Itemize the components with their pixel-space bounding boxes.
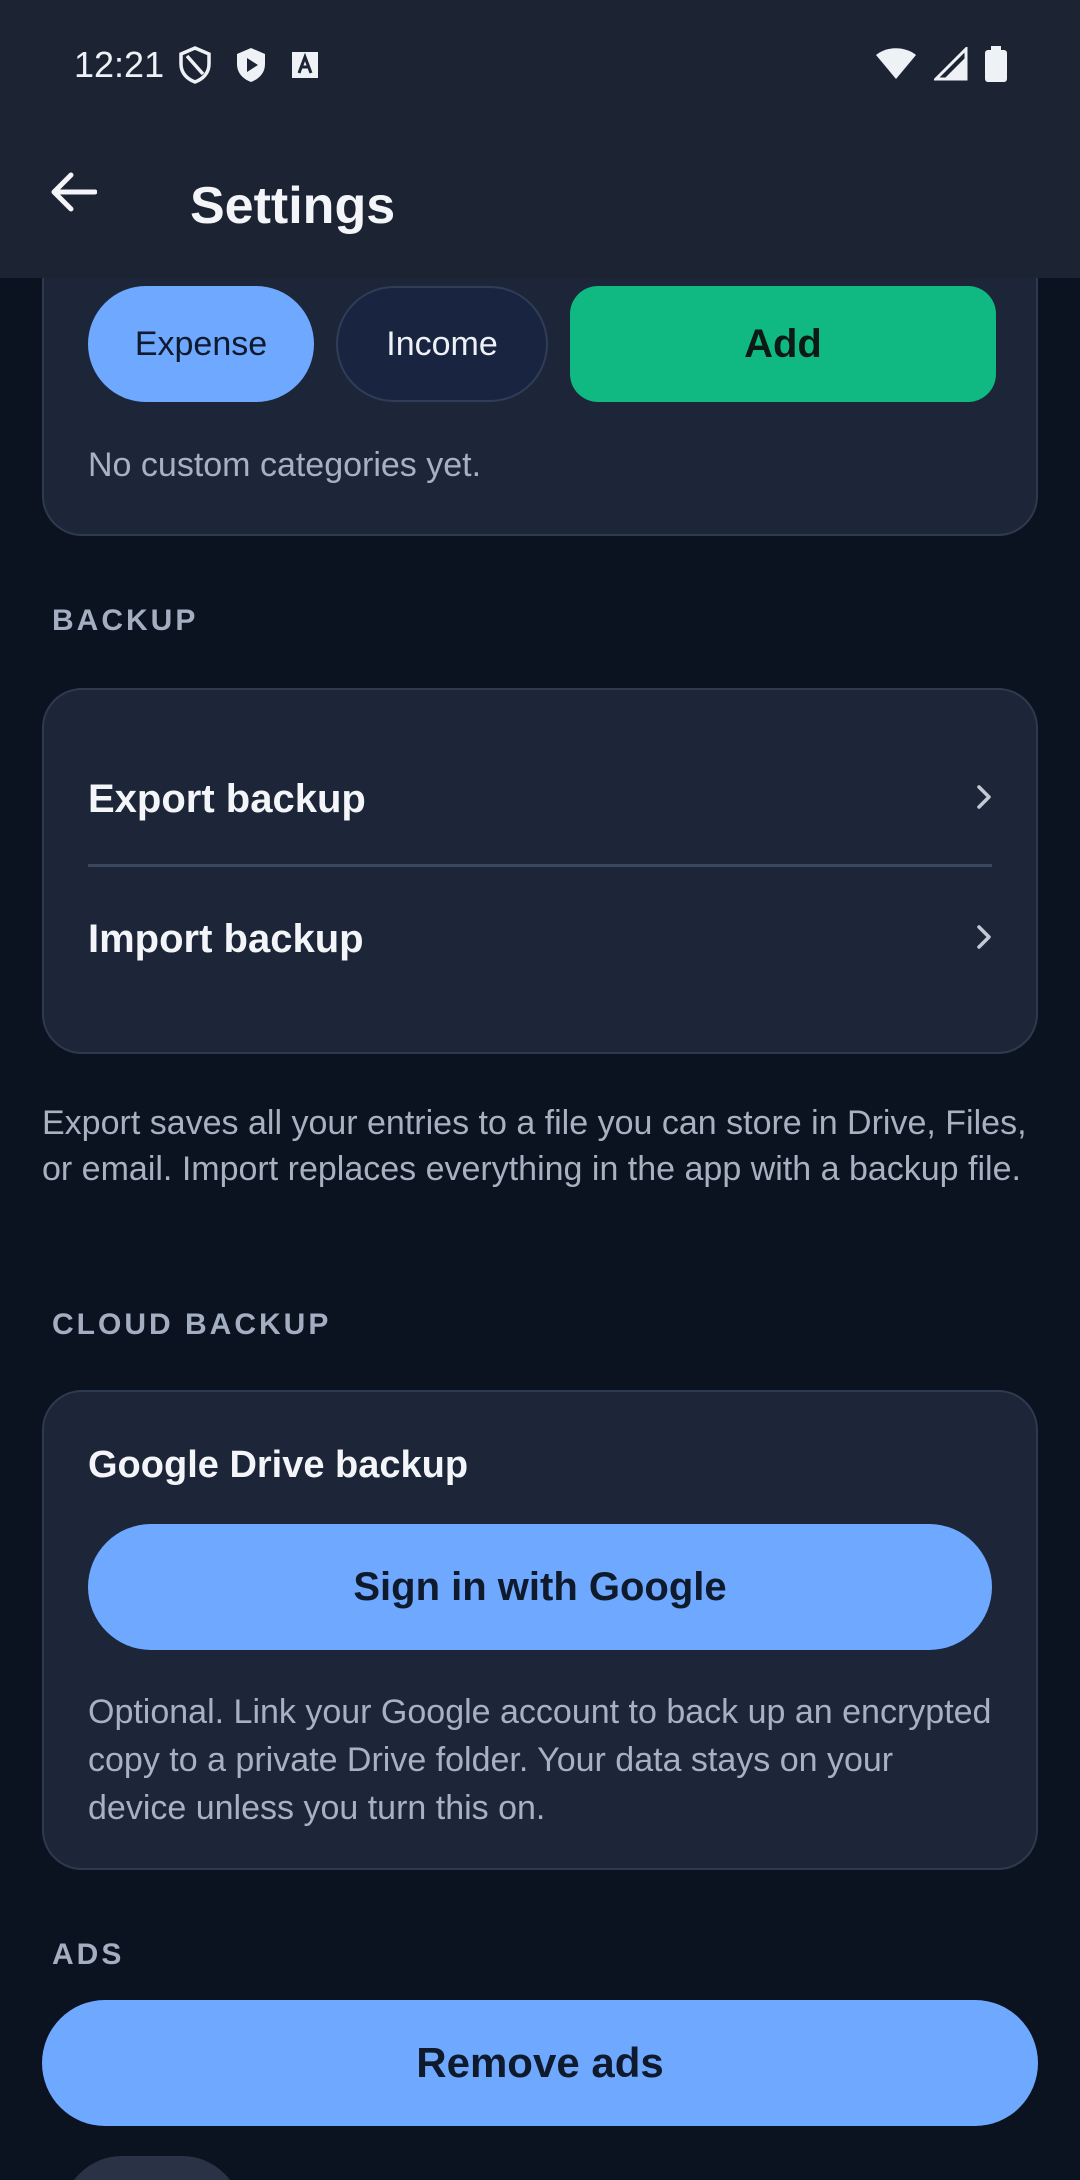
cloud-backup-section-label: CLOUD BACKUP (52, 1308, 332, 1341)
page-title: Settings (190, 177, 396, 235)
income-toggle[interactable]: Income (336, 286, 548, 402)
app-bar: Settings (0, 132, 1080, 278)
battery-icon (984, 46, 1008, 87)
ads-section-label: ADS (52, 1938, 125, 1971)
backup-card: Export backup Import backup (42, 688, 1038, 1054)
status-system-icons (874, 45, 1008, 87)
sign-in-google-button[interactable]: Sign in with Google (88, 1524, 992, 1650)
play-protect-icon (234, 46, 268, 89)
import-backup-row[interactable]: Import backup (88, 870, 992, 1008)
cellular-signal-icon (932, 45, 968, 86)
arrow-back-icon (51, 172, 98, 217)
status-notification-icons (178, 46, 320, 89)
expense-toggle[interactable]: Expense (88, 286, 314, 402)
status-time: 12:21 (74, 44, 165, 85)
add-category-button[interactable]: Add (570, 286, 996, 402)
vpn-shield-icon (178, 46, 212, 89)
backup-helper-text: Export saves all your entries to a file … (42, 1104, 1027, 1188)
settings-screen: 12:21 Settings Expense Income Add No cus… (0, 0, 1080, 2180)
settings-content[interactable]: Expense Income Add No custom categories … (0, 278, 1080, 2180)
cloud-backup-card: Google Drive backup Sign in with Google … (42, 1390, 1038, 1870)
chevron-right-icon (976, 784, 992, 815)
cloud-backup-note: Optional. Link your Google account to ba… (88, 1693, 992, 1827)
avatar (62, 2156, 242, 2180)
wifi-icon (874, 47, 918, 86)
status-bar: 12:21 (0, 0, 1080, 132)
category-controls: Expense Income Add No custom categories … (44, 280, 1036, 538)
import-backup-label: Import backup (88, 916, 364, 961)
export-backup-label: Export backup (88, 776, 366, 821)
font-a-icon (290, 50, 320, 85)
row-divider (88, 864, 992, 867)
chevron-right-icon (976, 924, 992, 955)
export-backup-row[interactable]: Export backup (88, 730, 992, 868)
custom-categories-card: Expense Income Add No custom categories … (42, 278, 1038, 536)
backup-section-label: BACKUP (52, 604, 199, 637)
back-button[interactable] (38, 158, 110, 230)
remove-ads-button[interactable]: Remove ads (42, 2000, 1038, 2126)
google-drive-backup-heading: Google Drive backup (88, 1444, 469, 1486)
empty-categories-text: No custom categories yet. (88, 446, 482, 484)
